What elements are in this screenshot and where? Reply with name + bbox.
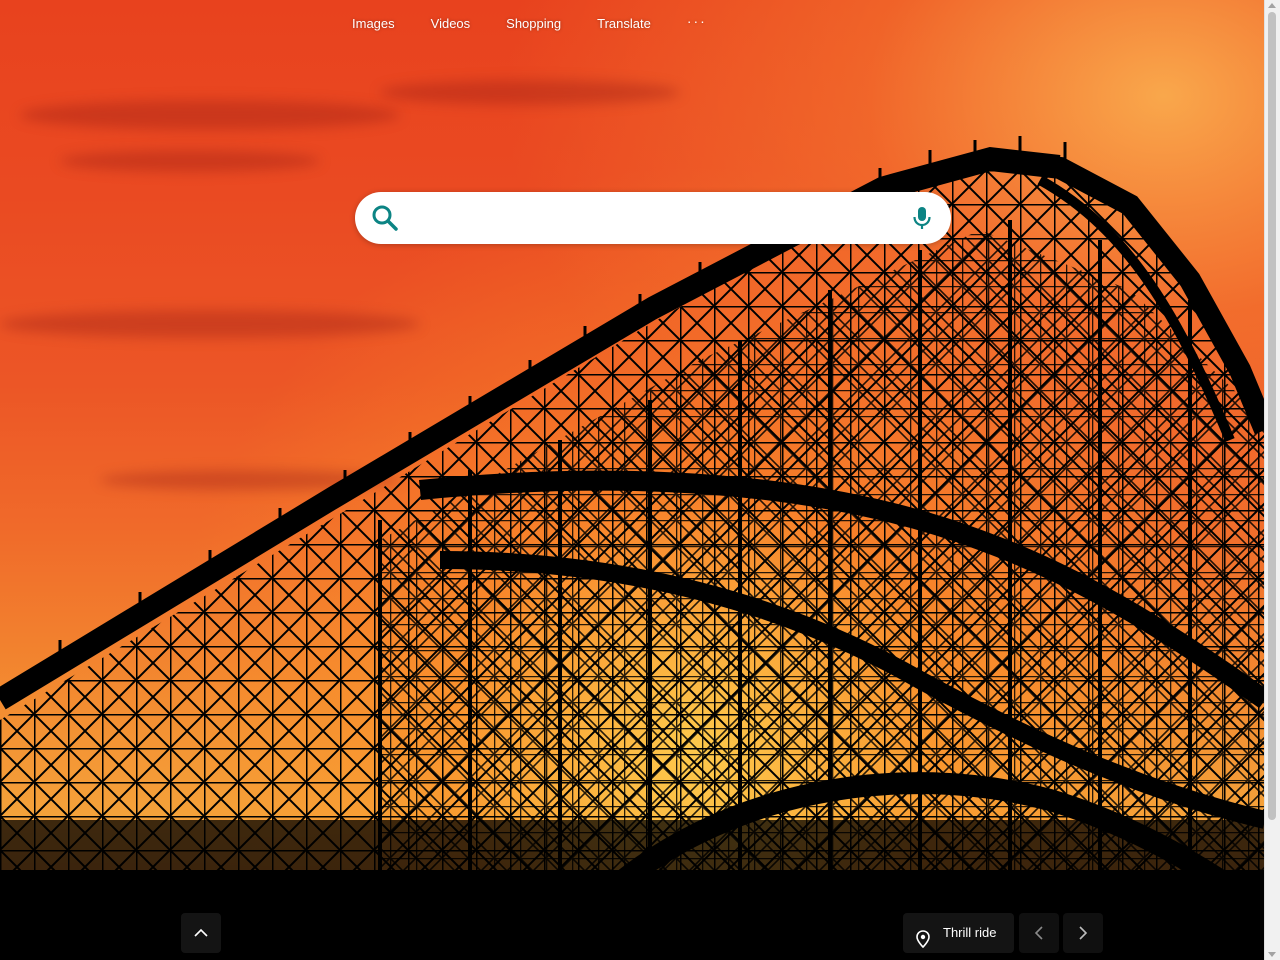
top-nav: Images Videos Shopping Translate ··· xyxy=(340,13,707,33)
scroll-up-button[interactable] xyxy=(181,913,221,953)
scrollbar-up-arrow[interactable] xyxy=(1268,3,1276,8)
scrollbar-down-arrow[interactable] xyxy=(1268,952,1276,957)
nav-link-images[interactable]: Images xyxy=(352,14,395,33)
more-menu-button[interactable]: ··· xyxy=(687,13,707,29)
chevron-right-icon xyxy=(1079,926,1088,940)
nav-link-translate[interactable]: Translate xyxy=(597,14,651,33)
location-pin-icon xyxy=(916,924,930,960)
chevron-up-icon xyxy=(194,928,208,937)
nav-link-videos[interactable]: Videos xyxy=(431,14,471,33)
nav-link-shopping[interactable]: Shopping xyxy=(506,14,561,33)
search-icon[interactable] xyxy=(371,204,399,232)
homepage: Images Videos Shopping Translate ··· Thr… xyxy=(0,0,1280,960)
search-box xyxy=(355,192,951,244)
previous-image-button[interactable] xyxy=(1019,913,1059,953)
next-image-button[interactable] xyxy=(1063,913,1103,953)
microphone-icon[interactable] xyxy=(909,205,935,231)
location-label: Thrill ride xyxy=(943,925,997,940)
search-input[interactable] xyxy=(411,202,895,236)
chevron-left-icon xyxy=(1034,926,1043,940)
page-scrollbar[interactable] xyxy=(1264,0,1280,960)
roller-coaster-silhouette xyxy=(0,136,1265,960)
image-location-button[interactable]: Thrill ride xyxy=(903,913,1015,953)
scrollbar-thumb[interactable] xyxy=(1268,12,1276,820)
